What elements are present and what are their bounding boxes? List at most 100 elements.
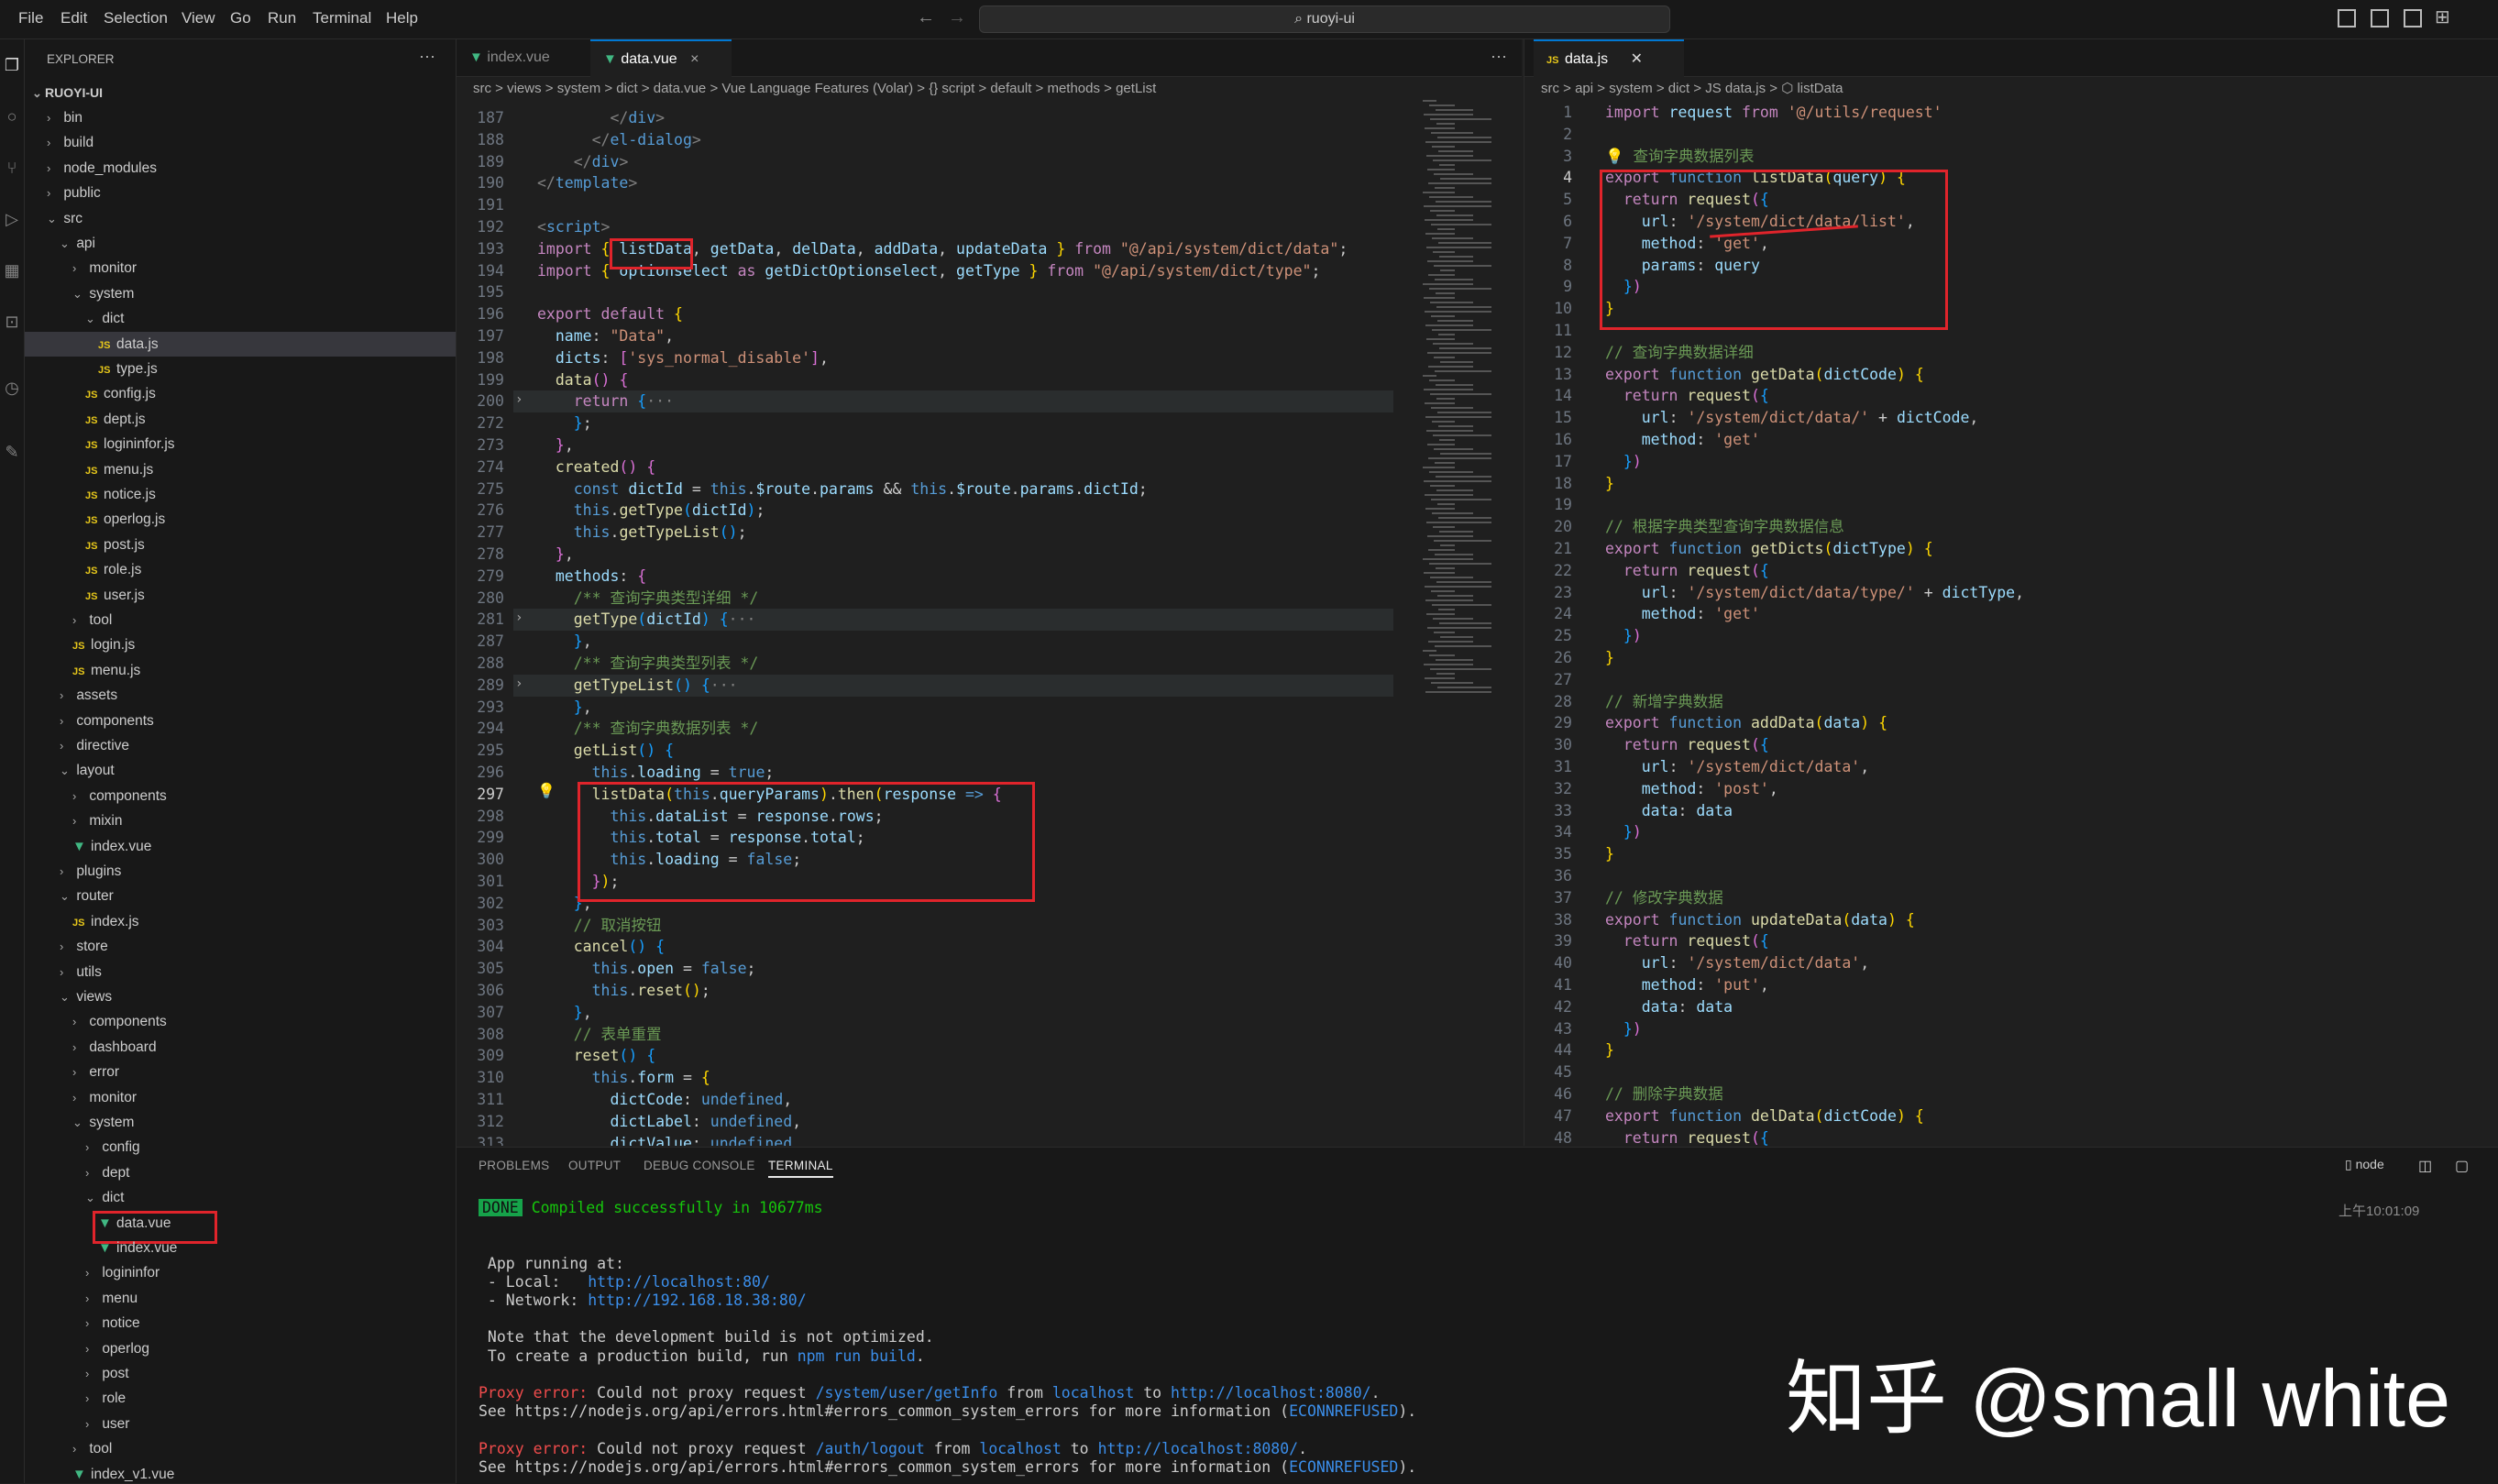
tree-folder[interactable]: › public	[25, 181, 456, 205]
tab-index-vue[interactable]: ▼ index.vue	[457, 39, 596, 76]
tree-file[interactable]: JS user.js	[25, 583, 456, 608]
tree-folder[interactable]: › tool	[25, 1436, 456, 1461]
tree-folder[interactable]: › utils	[25, 960, 456, 984]
tree-folder[interactable]: › components	[25, 709, 456, 733]
menu-view[interactable]: View	[182, 9, 215, 27]
tree-folder[interactable]: › directive	[25, 733, 456, 758]
lightbulb-icon[interactable]: 💡	[537, 782, 556, 800]
fold-chevron-icon[interactable]: ›	[515, 676, 523, 691]
tree-file[interactable]: ▼ index_v1.vue	[25, 1462, 456, 1483]
tree-file[interactable]: JS data.js	[25, 331, 456, 357]
menu-terminal[interactable]: Terminal	[313, 9, 371, 27]
menu-file[interactable]: File	[18, 9, 43, 27]
editor-more-actions-button[interactable]: ···	[1491, 47, 1507, 66]
tree-folder[interactable]: › tool	[25, 608, 456, 632]
tab-data-js[interactable]: JS data.js ✕	[1534, 39, 1684, 78]
command-center-search[interactable]: ⌕ ruoyi-ui	[979, 5, 1670, 33]
explorer-icon[interactable]: ❐	[3, 56, 21, 74]
tree-folder[interactable]: › monitor	[25, 256, 456, 280]
tree-folder[interactable]: › logininfor	[25, 1260, 456, 1285]
tree-folder[interactable]: › role	[25, 1386, 456, 1411]
tree-folder[interactable]: ⌄ src	[25, 206, 456, 231]
menu-go[interactable]: Go	[230, 9, 251, 27]
menu-edit[interactable]: Edit	[61, 9, 87, 27]
tree-folder[interactable]: › node_modules	[25, 156, 456, 181]
tools-icon[interactable]: ✎	[3, 443, 21, 461]
toggle-secondary-sidebar-icon[interactable]	[2404, 9, 2422, 27]
tree-file[interactable]: JS logininfor.js	[25, 432, 456, 456]
toggle-panel-icon[interactable]	[2371, 9, 2389, 27]
source-control-icon[interactable]: ⑂	[3, 159, 21, 177]
tree-folder[interactable]: › store	[25, 934, 456, 959]
tree-folder[interactable]: › plugins	[25, 859, 456, 884]
tree-file[interactable]: JS dept.js	[25, 407, 456, 432]
tree-folder[interactable]: › bin	[25, 105, 456, 130]
tree-folder[interactable]: › notice	[25, 1311, 456, 1336]
menu-help[interactable]: Help	[386, 9, 418, 27]
toggle-sidebar-icon[interactable]	[2338, 9, 2356, 27]
tree-file[interactable]: ▼ index.vue	[25, 834, 456, 859]
tree-folder[interactable]: › dashboard	[25, 1035, 456, 1060]
tree-folder[interactable]: ⌄ system	[25, 281, 456, 306]
tree-folder[interactable]: › post	[25, 1361, 456, 1386]
tree-file[interactable]: JS menu.js	[25, 457, 456, 482]
forward-arrow-icon[interactable]: →	[948, 7, 966, 28]
tree-file[interactable]: JS type.js	[25, 357, 456, 381]
tree-file[interactable]: JS notice.js	[25, 482, 456, 507]
menu-selection[interactable]: Selection	[104, 9, 168, 27]
search-icon[interactable]: ○	[3, 107, 21, 126]
tree-folder[interactable]: ⌄ views	[25, 984, 456, 1009]
timeline-icon[interactable]: ◷	[3, 379, 21, 397]
run-debug-icon[interactable]: ▷	[3, 210, 21, 228]
menu-run[interactable]: Run	[268, 9, 296, 27]
tree-folder[interactable]: ⌄ dict	[25, 306, 456, 331]
tree-folder[interactable]: › build	[25, 130, 456, 155]
tree-folder[interactable]: › monitor	[25, 1085, 456, 1110]
panel-tab-terminal[interactable]: TERMINAL	[768, 1159, 833, 1178]
tree-folder[interactable]: ⌄ router	[25, 884, 456, 908]
tree-file[interactable]: JS index.js	[25, 909, 456, 934]
back-arrow-icon[interactable]: ←	[917, 7, 935, 28]
tree-folder[interactable]: › dept	[25, 1160, 456, 1185]
panel-tab-output[interactable]: OUTPUT	[568, 1159, 621, 1172]
tree-folder[interactable]: ⌄ layout	[25, 758, 456, 783]
breadcrumb[interactable]: src > views > system > dict > data.vue >…	[457, 79, 1156, 99]
tree-file[interactable]: ▼ data.vue	[25, 1210, 456, 1244]
tab-data-vue[interactable]: ▼ data.vue ×	[590, 39, 732, 78]
tree-folder[interactable]: › operlog	[25, 1336, 456, 1361]
tree-file[interactable]: JS post.js	[25, 533, 456, 557]
tree-file[interactable]: JS config.js	[25, 381, 456, 406]
maximize-panel-icon[interactable]: ▢	[2455, 1157, 2469, 1175]
tree-folder[interactable]: › error	[25, 1060, 456, 1084]
tree-folder[interactable]: › menu	[25, 1286, 456, 1311]
fold-chevron-icon[interactable]: ›	[515, 392, 523, 407]
terminal-shell[interactable]: ▯ node	[2345, 1157, 2384, 1172]
tree-folder[interactable]: › user	[25, 1412, 456, 1436]
explorer-more-button[interactable]: ···	[419, 47, 435, 66]
extensions-icon[interactable]: ▦	[3, 261, 21, 280]
tree-file[interactable]: ▼ index.vue	[25, 1236, 456, 1260]
tree-folder[interactable]: › components	[25, 1009, 456, 1034]
workspace-root[interactable]: ⌄ RUOYI-UI	[25, 81, 456, 105]
split-terminal-icon[interactable]: ◫	[2418, 1157, 2432, 1175]
tree-folder[interactable]: ⌄ dict	[25, 1185, 456, 1210]
tree-folder[interactable]: ⌄ system	[25, 1110, 456, 1135]
tree-file[interactable]: JS login.js	[25, 632, 456, 657]
close-icon[interactable]: ×	[690, 51, 699, 67]
remote-explorer-icon[interactable]: ⊡	[3, 313, 21, 331]
close-icon[interactable]: ✕	[1631, 51, 1643, 67]
tree-file[interactable]: JS operlog.js	[25, 507, 456, 532]
tree-folder[interactable]: › assets	[25, 683, 456, 708]
tree-folder[interactable]: ⌄ api	[25, 231, 456, 256]
tree-folder[interactable]: › config	[25, 1135, 456, 1160]
minimap[interactable]	[1419, 100, 1513, 742]
panel-tab-debug-console[interactable]: DEBUG CONSOLE	[644, 1159, 755, 1172]
tree-file[interactable]: JS role.js	[25, 557, 456, 582]
tree-folder[interactable]: › mixin	[25, 808, 456, 833]
fold-chevron-icon[interactable]: ›	[515, 610, 523, 625]
breadcrumb[interactable]: src > api > system > dict > JS data.js >…	[1524, 79, 1843, 99]
tree-folder[interactable]: › components	[25, 784, 456, 808]
panel-tab-problems[interactable]: PROBLEMS	[479, 1159, 549, 1172]
customize-layout-icon[interactable]: ⊞	[2435, 5, 2450, 28]
tree-file[interactable]: JS menu.js	[25, 658, 456, 683]
